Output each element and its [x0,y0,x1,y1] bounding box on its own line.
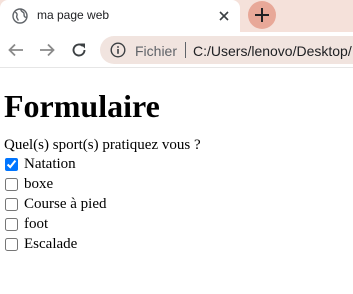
page-title: Formulaire [4,88,160,124]
url-text[interactable]: C:/Users/lenovo/Desktop/ [193,43,352,59]
option-label: Course à pied [24,195,107,212]
close-icon[interactable] [216,8,232,24]
option-boxe[interactable]: boxe [4,174,353,194]
omnibox-divider [185,42,186,58]
tab-strip: ma page web [0,0,353,32]
reload-icon[interactable] [70,41,88,59]
natation-checkbox[interactable] [5,157,18,171]
address-bar[interactable]: Fichier C:/Users/lenovo/Desktop/ [100,36,353,64]
option-label: foot [24,215,49,232]
tab-title: ma page web [37,8,110,22]
escalade-checkbox[interactable] [5,237,18,251]
option-escalade[interactable]: Escalade [4,234,353,254]
file-scheme-label: Fichier [135,43,178,59]
plus-icon [255,8,269,22]
option-course-a-pied[interactable]: Course à pied [4,194,353,214]
sport-options: Natation boxe Course à pied foot Escalad… [4,154,353,254]
new-tab-button[interactable] [248,1,276,29]
browser-tab[interactable]: ma page web [0,0,240,32]
info-icon[interactable] [110,42,126,58]
option-label: boxe [24,175,54,192]
globe-icon [12,8,28,24]
back-arrow-icon[interactable] [7,41,25,59]
option-label: Natation [24,155,76,172]
browser-toolbar: Fichier C:/Users/lenovo/Desktop/ [0,32,353,68]
forward-arrow-icon[interactable] [38,41,56,59]
option-natation[interactable]: Natation [4,154,353,174]
page-content: Formulaire Quel(s) sport(s) pratiquez vo… [0,68,353,254]
option-foot[interactable]: foot [4,214,353,234]
foot-checkbox[interactable] [5,217,18,231]
option-label: Escalade [24,235,78,252]
boxe-checkbox[interactable] [5,177,18,191]
course-a-pied-checkbox[interactable] [5,197,18,211]
question-label: Quel(s) sport(s) pratiquez vous ? [4,137,201,153]
